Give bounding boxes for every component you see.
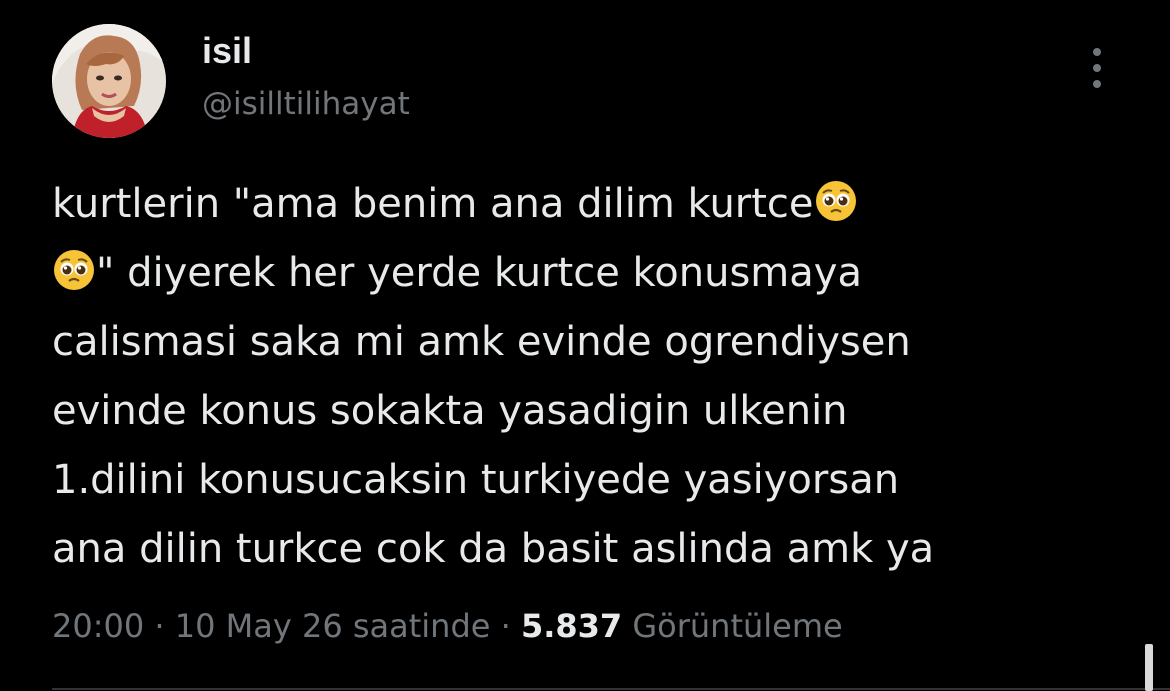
- scrollbar[interactable]: [1145, 644, 1153, 691]
- meta-separator: ·: [490, 607, 521, 645]
- tweet-text-segment: 1.dilini konusucaksin turkiyede yasiyors…: [52, 457, 900, 503]
- tweet-line: calismasi saka mi amk evinde ogrendiysen: [52, 308, 1132, 377]
- display-name[interactable]: isil: [202, 30, 252, 72]
- tweet-line: 1.dilini konusucaksin turkiyede yasiyors…: [52, 446, 1132, 515]
- more-options-icon[interactable]: [1082, 48, 1112, 88]
- tweet: isil @isilltilihayat kurtlerin "ama beni…: [0, 0, 1170, 691]
- tweet-text-segment: evinde konus sokakta yasadigin ulkenin: [52, 388, 848, 434]
- tweet-text-segment: ana dilin turkce cok da basit aslinda am…: [52, 526, 935, 572]
- meta-separator: ·: [144, 607, 175, 645]
- views-count[interactable]: 5.837: [521, 607, 622, 645]
- tweet-line: kurtlerin "ama benim ana dilim kurtce: [52, 170, 1132, 239]
- tweet-text-segment: " diyerek her yerde kurtce konusmaya: [96, 250, 862, 296]
- tweet-line: evinde konus sokakta yasadigin ulkenin: [52, 377, 1132, 446]
- tweet-text: kurtlerin "ama benim ana dilim kurtce " d…: [52, 170, 1132, 584]
- tweet-line: ana dilin turkce cok da basit aslinda am…: [52, 515, 1132, 584]
- tweet-meta: 20:00 · 10 May 26 saatinde · 5.837 Görün…: [52, 606, 843, 646]
- user-handle[interactable]: @isilltilihayat: [202, 84, 410, 124]
- avatar[interactable]: [52, 24, 166, 138]
- tweet-date[interactable]: 10 May 26 saatinde: [175, 607, 491, 645]
- pleading-face-emoji: [814, 176, 858, 221]
- pleading-face-emoji: [52, 245, 96, 290]
- tweet-time[interactable]: 20:00: [52, 607, 144, 645]
- tweet-text-segment: calismasi saka mi amk evinde ogrendiysen: [52, 319, 911, 365]
- views-label[interactable]: Görüntüleme: [632, 607, 842, 645]
- tweet-text-segment: kurtlerin "ama benim ana dilim kurtce: [52, 181, 814, 227]
- divider: [52, 688, 1170, 690]
- tweet-line: " diyerek her yerde kurtce konusmaya: [52, 239, 1132, 308]
